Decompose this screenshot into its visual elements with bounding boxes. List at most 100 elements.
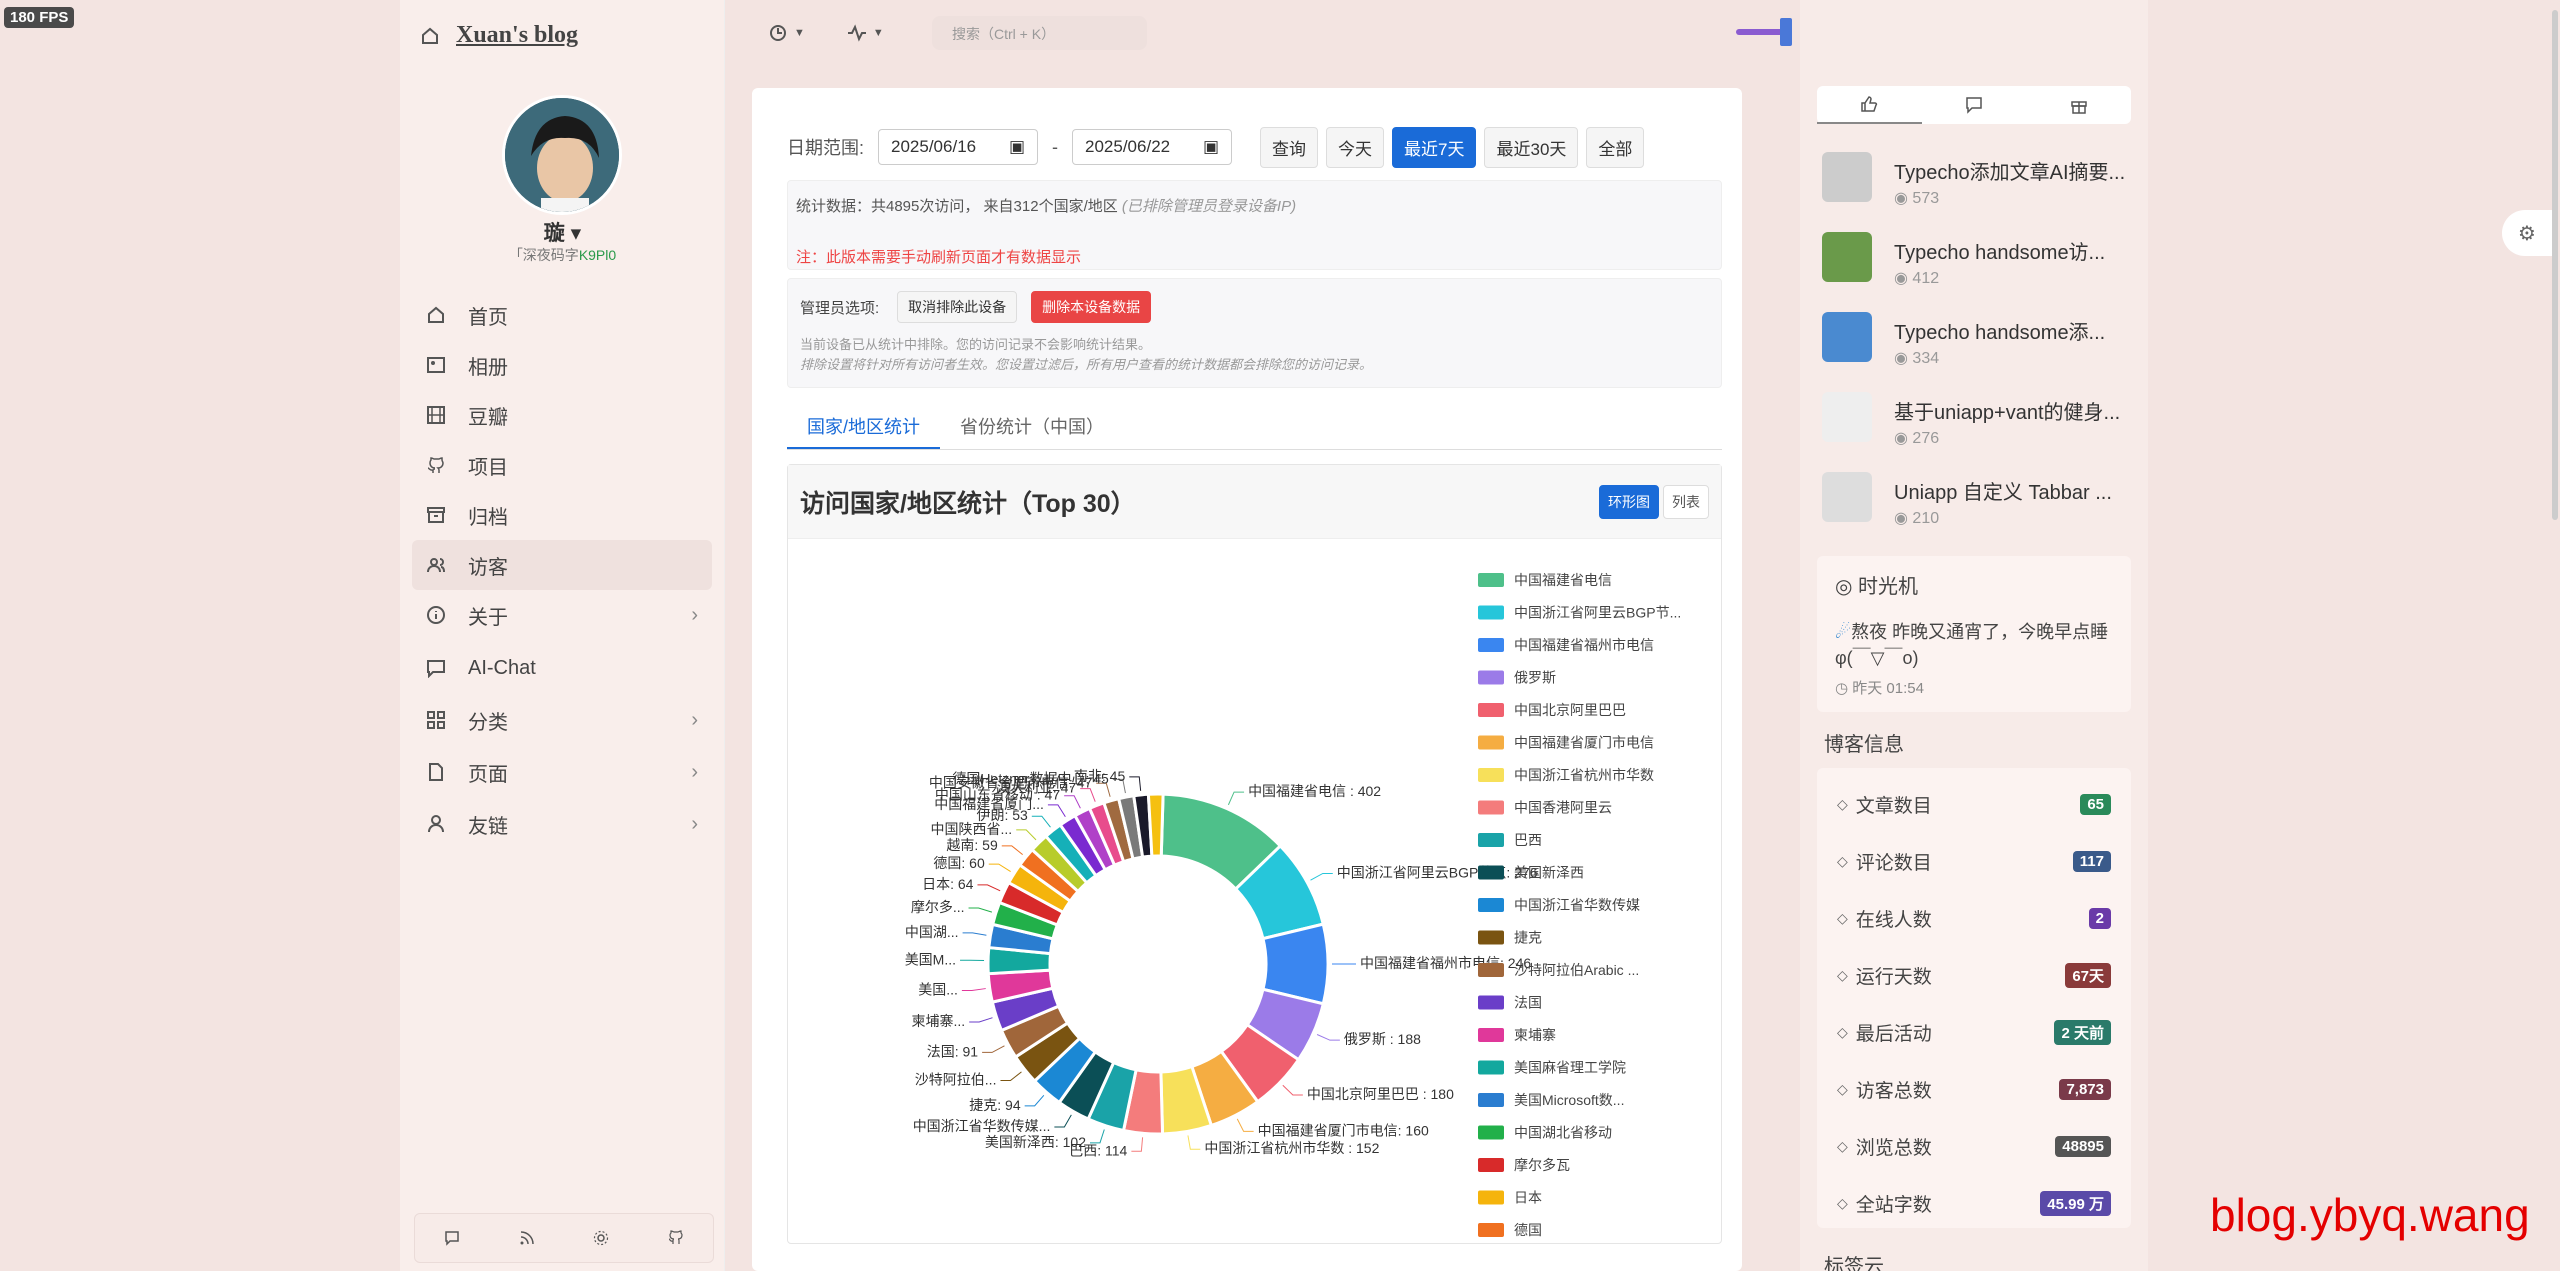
legend-swatch[interactable] — [1478, 930, 1504, 945]
nav-item-8[interactable]: 分类 › — [412, 695, 712, 745]
filter-button-0[interactable]: 查询 — [1260, 126, 1319, 168]
nav-item-0[interactable]: 首页 — [412, 290, 712, 340]
tab-province[interactable]: 省份统计（中国） — [940, 410, 1124, 449]
legend-item[interactable]: 美国新泽西 — [1514, 865, 1584, 881]
legend-item[interactable]: 美国麻省理工学院 — [1514, 1060, 1626, 1076]
legend-swatch[interactable] — [1478, 1223, 1504, 1237]
legend-item[interactable]: 美国Microsoft数... — [1514, 1092, 1624, 1108]
popular-post[interactable]: Typecho添加文章AI摘要... ◉ 573 — [1822, 152, 2132, 222]
legend-swatch[interactable] — [1478, 768, 1504, 782]
nav-item-10[interactable]: 友链 › — [412, 799, 712, 849]
activity-menu[interactable]: ▼ — [847, 23, 884, 43]
scrollbar[interactable] — [2552, 10, 2558, 520]
legend-item[interactable]: 捷克 — [1514, 930, 1542, 946]
popular-post[interactable]: Typecho handsome添... ◉ 334 — [1822, 312, 2132, 382]
legend-swatch[interactable] — [1478, 605, 1504, 620]
cancel-exclude-button[interactable]: 取消排除此设备 — [897, 291, 1018, 323]
filter-button-3[interactable]: 最近30天 — [1484, 126, 1579, 168]
legend-item[interactable]: 俄罗斯 — [1514, 670, 1556, 686]
nav-item-9[interactable]: 页面 › — [412, 747, 712, 797]
legend-item[interactable]: 中国福建省厦门市电信 — [1514, 735, 1654, 751]
legend-item[interactable]: 中国香港阿里云 — [1514, 800, 1612, 816]
legend-item[interactable]: 沙特阿拉伯Arabic ... — [1514, 962, 1639, 978]
nav-item-2[interactable]: 豆瓣 — [412, 390, 712, 440]
post-title[interactable]: 基于uniapp+vant的健身... — [1894, 396, 2120, 425]
legend-item[interactable]: 德国 — [1514, 1222, 1542, 1238]
filter-button-2[interactable]: 最近7天 — [1392, 126, 1477, 168]
username[interactable]: 璇 ▾ — [400, 217, 725, 247]
search-input[interactable]: 搜索（Ctrl + K） — [932, 16, 1147, 50]
settings-float-button[interactable]: ⚙ — [2502, 210, 2552, 256]
nav-item-1[interactable]: 相册 — [412, 340, 712, 390]
legend-swatch[interactable] — [1478, 1060, 1504, 1075]
theme-slider[interactable] — [1736, 18, 1792, 46]
tab-country[interactable]: 国家/地区统计 — [787, 410, 941, 449]
legend-swatch[interactable] — [1478, 638, 1504, 652]
legend-item[interactable]: 中国浙江省杭州市华数 — [1514, 767, 1654, 783]
filter-button-1[interactable]: 今天 — [1326, 126, 1385, 168]
nav-item-5[interactable]: 访客 — [412, 540, 712, 590]
legend-swatch[interactable] — [1478, 1125, 1504, 1140]
info-value: 2 — [2088, 908, 2111, 929]
legend-swatch[interactable] — [1478, 735, 1504, 750]
rss-icon[interactable] — [519, 1230, 535, 1246]
avatar[interactable] — [502, 95, 622, 215]
post-title[interactable]: Uniapp 自定义 Tabbar ... — [1894, 476, 2112, 505]
nav-item-6[interactable]: 关于 › — [412, 590, 712, 640]
legend-item[interactable]: 日本 — [1514, 1190, 1542, 1206]
popular-post[interactable]: Typecho handsome访... ◉ 412 — [1822, 232, 2132, 302]
nav-item-4[interactable]: 归档 — [412, 490, 712, 540]
nav-item-3[interactable]: 项目 — [412, 440, 712, 490]
legend-item[interactable]: 中国北京阿里巴巴 — [1514, 702, 1626, 718]
legend-swatch[interactable] — [1478, 573, 1504, 587]
history-menu[interactable]: ▼ — [768, 23, 805, 43]
legend-item[interactable]: 柬埔寨 — [1514, 1027, 1556, 1043]
delete-device-data-button[interactable]: 删除本设备数据 — [1031, 291, 1152, 323]
legend-swatch[interactable] — [1478, 963, 1504, 977]
legend-swatch[interactable] — [1478, 703, 1504, 717]
nav-label: 相册 — [468, 356, 508, 379]
tab-gifts[interactable] — [2026, 86, 2131, 124]
post-title[interactable]: Typecho handsome添... — [1894, 316, 2105, 345]
chat-icon[interactable] — [444, 1230, 460, 1246]
legend-item[interactable]: 中国福建省电信 — [1514, 572, 1612, 588]
slice-label: 沙特阿拉伯... — [915, 1072, 997, 1088]
legend-item[interactable]: 摩尔多瓦 — [1514, 1157, 1570, 1173]
end-date-input[interactable]: 2025/06/22 ▣ — [1072, 129, 1233, 165]
settings-icon[interactable] — [593, 1230, 609, 1246]
post-thumbnail — [1822, 232, 1872, 282]
legend-swatch[interactable] — [1478, 833, 1504, 847]
popular-post[interactable]: Uniapp 自定义 Tabbar ... ◉ 210 — [1822, 472, 2132, 542]
legend-swatch[interactable] — [1478, 865, 1504, 880]
legend-swatch[interactable] — [1478, 1190, 1504, 1205]
legend-swatch[interactable] — [1478, 670, 1504, 685]
brand[interactable]: Xuan's blog — [400, 0, 724, 71]
filter-button-4[interactable]: 全部 — [1586, 126, 1645, 168]
legend-item[interactable]: 中国浙江省阿里云BGP节... — [1514, 605, 1681, 621]
start-date-input[interactable]: 2025/06/16 ▣ — [878, 129, 1039, 165]
legend-swatch[interactable] — [1478, 1158, 1504, 1172]
tab-comments[interactable] — [1922, 86, 2027, 124]
popular-post[interactable]: 基于uniapp+vant的健身... ◉ 276 — [1822, 392, 2132, 462]
legend-swatch[interactable] — [1478, 800, 1504, 815]
legend-item[interactable]: 中国浙江省华数传媒 — [1514, 897, 1640, 913]
legend-swatch[interactable] — [1478, 1093, 1504, 1107]
slice-label: 美国... — [918, 982, 958, 998]
github-icon[interactable] — [668, 1230, 684, 1246]
nav-item-7[interactable]: AI-Chat — [412, 643, 712, 693]
legend-swatch[interactable] — [1478, 898, 1504, 912]
info-icon: ◇ — [1837, 967, 1848, 983]
blog-title[interactable]: Xuan's blog — [456, 22, 578, 49]
legend-swatch[interactable] — [1478, 1028, 1504, 1042]
slice-29[interactable] — [1146, 792, 1165, 858]
legend-swatch[interactable] — [1478, 995, 1504, 1010]
legend-item[interactable]: 中国湖北省移动 — [1514, 1125, 1612, 1141]
list-view-button[interactable]: 列表 — [1663, 484, 1709, 519]
post-title[interactable]: Typecho handsome访... — [1894, 236, 2105, 265]
donut-view-button[interactable]: 环形图 — [1599, 484, 1659, 519]
post-title[interactable]: Typecho添加文章AI摘要... — [1894, 156, 2125, 185]
legend-item[interactable]: 中国福建省福州市电信 — [1514, 637, 1654, 653]
legend-item[interactable]: 巴西 — [1514, 832, 1542, 848]
tab-popular[interactable] — [1817, 86, 1922, 124]
legend-item[interactable]: 法国 — [1514, 995, 1542, 1011]
